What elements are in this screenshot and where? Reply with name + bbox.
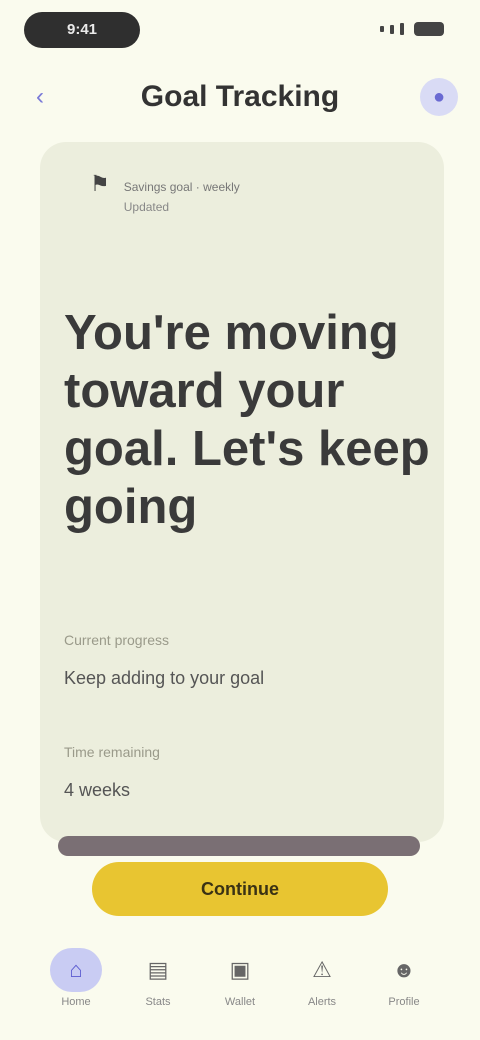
profile-button[interactable]: ● xyxy=(420,78,458,116)
status-bar: 9:41 xyxy=(0,0,480,60)
meta-line: Updated xyxy=(123,200,170,214)
nav-label: Wallet xyxy=(224,996,256,1008)
continue-button[interactable]: Continue xyxy=(92,862,388,916)
signal-icon xyxy=(400,23,404,35)
goal-card: ⚑ Savings goal · weekly Updated You're m… xyxy=(40,142,444,842)
headline: You're moving toward your goal. Let's ke… xyxy=(64,306,430,534)
nav-label: Stats xyxy=(145,996,171,1008)
person-icon: ☻ xyxy=(392,957,416,982)
chart-icon: ▤ xyxy=(147,957,169,982)
nav-item-alerts[interactable]: ⚠ Alerts xyxy=(292,948,352,1018)
stat-label: Time remaining xyxy=(64,744,160,760)
bottom-nav: ⌂ Home ▤ Stats ▣ Wallet ⚠ Alerts ☻ Profi… xyxy=(0,936,480,1028)
home-icon: ⌂ xyxy=(50,948,102,992)
nav-item-stats[interactable]: ▤ Stats xyxy=(128,948,188,1018)
stat-label: Current progress xyxy=(64,632,170,648)
signal-icon xyxy=(380,26,384,32)
page-title: Goal Tracking xyxy=(140,80,340,113)
status-time: 9:41 xyxy=(24,12,140,48)
nav-item-wallet[interactable]: ▣ Wallet xyxy=(210,948,270,1018)
wallet-icon: ▣ xyxy=(229,957,251,982)
stat-value: 4 weeks xyxy=(64,780,131,800)
person-icon: ● xyxy=(432,86,446,108)
nav-label: Alerts xyxy=(307,996,337,1008)
nav-item-profile[interactable]: ☻ Profile xyxy=(374,948,434,1018)
card-footer-bar xyxy=(58,836,420,856)
nav-label: Home xyxy=(61,996,91,1008)
signal-icon xyxy=(390,24,394,34)
stat-value: Keep adding to your goal xyxy=(64,668,265,688)
flag-icon: ⚑ xyxy=(90,171,110,196)
meta-line: Savings goal · weekly xyxy=(123,180,240,194)
app-header: ‹ Goal Tracking ● xyxy=(0,64,480,128)
battery-icon xyxy=(414,22,444,36)
bell-icon: ⚠ xyxy=(312,957,332,982)
card-meta: ⚑ Savings goal · weekly Updated xyxy=(90,171,240,215)
status-icons xyxy=(380,22,444,36)
nav-item-home[interactable]: ⌂ Home xyxy=(46,948,106,1018)
nav-label: Profile xyxy=(388,996,420,1008)
